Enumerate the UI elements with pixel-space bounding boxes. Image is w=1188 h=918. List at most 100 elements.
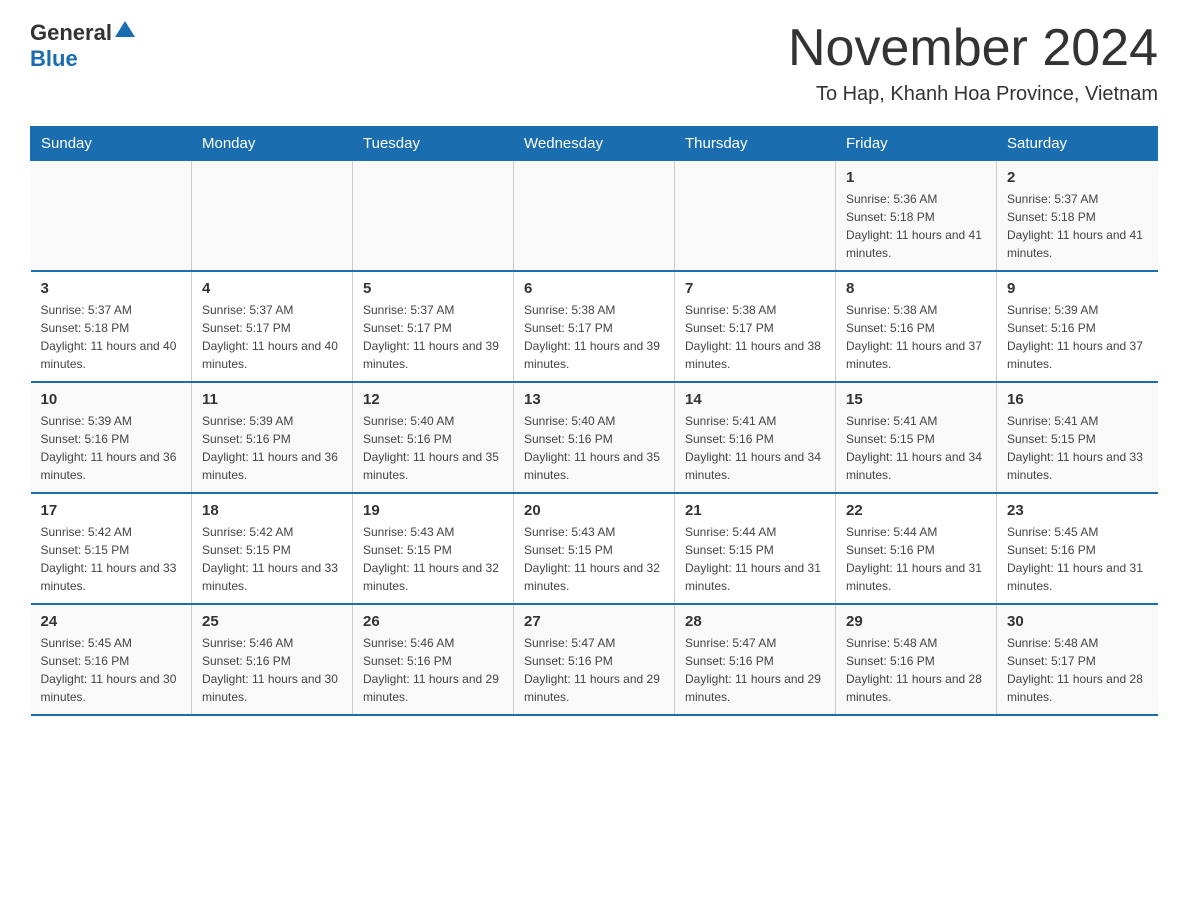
day-info: Sunrise: 5:47 AM Sunset: 5:16 PM Dayligh… (524, 634, 664, 706)
day-info: Sunrise: 5:39 AM Sunset: 5:16 PM Dayligh… (1007, 301, 1148, 373)
logo: General Blue (30, 20, 135, 72)
calendar-cell (31, 161, 192, 272)
day-number: 4 (202, 280, 342, 297)
day-info: Sunrise: 5:37 AM Sunset: 5:17 PM Dayligh… (202, 301, 342, 373)
day-number: 18 (202, 502, 342, 519)
day-number: 30 (1007, 613, 1148, 630)
calendar-cell: 12 Sunrise: 5:40 AM Sunset: 5:16 PM Dayli… (353, 382, 514, 493)
calendar-cell: 2 Sunrise: 5:37 AM Sunset: 5:18 PM Daylig… (997, 161, 1158, 272)
day-info: Sunrise: 5:43 AM Sunset: 5:15 PM Dayligh… (524, 523, 664, 595)
calendar-cell: 6 Sunrise: 5:38 AM Sunset: 5:17 PM Daylig… (514, 271, 675, 382)
day-info: Sunrise: 5:39 AM Sunset: 5:16 PM Dayligh… (202, 412, 342, 484)
week-row-1: 1 Sunrise: 5:36 AM Sunset: 5:18 PM Daylig… (31, 161, 1158, 272)
header-thursday: Thursday (675, 127, 836, 161)
header-saturday: Saturday (997, 127, 1158, 161)
week-row-5: 24 Sunrise: 5:45 AM Sunset: 5:16 PM Dayli… (31, 604, 1158, 715)
calendar-cell (192, 161, 353, 272)
header-sunday: Sunday (31, 127, 192, 161)
day-number: 8 (846, 280, 986, 297)
day-info: Sunrise: 5:37 AM Sunset: 5:18 PM Dayligh… (41, 301, 182, 373)
calendar-cell: 10 Sunrise: 5:39 AM Sunset: 5:16 PM Dayli… (31, 382, 192, 493)
day-info: Sunrise: 5:42 AM Sunset: 5:15 PM Dayligh… (202, 523, 342, 595)
day-number: 11 (202, 391, 342, 408)
logo-general-text: General (30, 20, 112, 46)
day-number: 12 (363, 391, 503, 408)
day-info: Sunrise: 5:37 AM Sunset: 5:17 PM Dayligh… (363, 301, 503, 373)
calendar-cell: 18 Sunrise: 5:42 AM Sunset: 5:15 PM Dayli… (192, 493, 353, 604)
day-number: 16 (1007, 391, 1148, 408)
day-number: 19 (363, 502, 503, 519)
calendar-cell: 27 Sunrise: 5:47 AM Sunset: 5:16 PM Dayli… (514, 604, 675, 715)
day-number: 10 (41, 391, 182, 408)
calendar-cell: 3 Sunrise: 5:37 AM Sunset: 5:18 PM Daylig… (31, 271, 192, 382)
day-info: Sunrise: 5:38 AM Sunset: 5:16 PM Dayligh… (846, 301, 986, 373)
calendar-cell: 15 Sunrise: 5:41 AM Sunset: 5:15 PM Dayli… (836, 382, 997, 493)
calendar-cell: 5Sunrise: 5:37 AM Sunset: 5:17 PM Daylig… (353, 271, 514, 382)
day-info: Sunrise: 5:36 AM Sunset: 5:18 PM Dayligh… (846, 190, 986, 262)
day-info: Sunrise: 5:48 AM Sunset: 5:17 PM Dayligh… (1007, 634, 1148, 706)
day-info: Sunrise: 5:38 AM Sunset: 5:17 PM Dayligh… (685, 301, 825, 373)
day-number: 13 (524, 391, 664, 408)
calendar-cell: 19 Sunrise: 5:43 AM Sunset: 5:15 PM Dayli… (353, 493, 514, 604)
day-number: 20 (524, 502, 664, 519)
header-monday: Monday (192, 127, 353, 161)
day-number: 17 (41, 502, 182, 519)
calendar-cell: 23Sunrise: 5:45 AM Sunset: 5:16 PM Dayli… (997, 493, 1158, 604)
calendar-cell: 9 Sunrise: 5:39 AM Sunset: 5:16 PM Daylig… (997, 271, 1158, 382)
calendar-cell: 11 Sunrise: 5:39 AM Sunset: 5:16 PM Dayli… (192, 382, 353, 493)
day-info: Sunrise: 5:41 AM Sunset: 5:16 PM Dayligh… (685, 412, 825, 484)
day-info: Sunrise: 5:48 AM Sunset: 5:16 PM Dayligh… (846, 634, 986, 706)
day-info: Sunrise: 5:38 AM Sunset: 5:17 PM Dayligh… (524, 301, 664, 373)
calendar-cell (675, 161, 836, 272)
day-info: Sunrise: 5:37 AM Sunset: 5:18 PM Dayligh… (1007, 190, 1148, 262)
calendar-cell: 21Sunrise: 5:44 AM Sunset: 5:15 PM Dayli… (675, 493, 836, 604)
page-header: General Blue November 2024 To Hap, Khanh… (30, 20, 1158, 106)
day-info: Sunrise: 5:41 AM Sunset: 5:15 PM Dayligh… (846, 412, 986, 484)
calendar-cell: 8 Sunrise: 5:38 AM Sunset: 5:16 PM Daylig… (836, 271, 997, 382)
calendar-cell: 16 Sunrise: 5:41 AM Sunset: 5:15 PM Dayli… (997, 382, 1158, 493)
logo-blue-text: Blue (30, 46, 78, 71)
day-number: 9 (1007, 280, 1148, 297)
day-info: Sunrise: 5:39 AM Sunset: 5:16 PM Dayligh… (41, 412, 182, 484)
day-info: Sunrise: 5:44 AM Sunset: 5:16 PM Dayligh… (846, 523, 986, 595)
calendar-cell: 30 Sunrise: 5:48 AM Sunset: 5:17 PM Dayli… (997, 604, 1158, 715)
day-number: 3 (41, 280, 182, 297)
day-number: 24 (41, 613, 182, 630)
day-info: Sunrise: 5:41 AM Sunset: 5:15 PM Dayligh… (1007, 412, 1148, 484)
header-friday: Friday (836, 127, 997, 161)
day-info: Sunrise: 5:40 AM Sunset: 5:16 PM Dayligh… (363, 412, 503, 484)
day-info: Sunrise: 5:42 AM Sunset: 5:15 PM Dayligh… (41, 523, 182, 595)
calendar-cell: 7 Sunrise: 5:38 AM Sunset: 5:17 PM Daylig… (675, 271, 836, 382)
day-number: 27 (524, 613, 664, 630)
calendar-header-row: SundayMondayTuesdayWednesdayThursdayFrid… (31, 127, 1158, 161)
calendar-cell: 26 Sunrise: 5:46 AM Sunset: 5:16 PM Dayli… (353, 604, 514, 715)
calendar-cell: 28Sunrise: 5:47 AM Sunset: 5:16 PM Dayli… (675, 604, 836, 715)
logo-triangle-icon (115, 21, 135, 37)
calendar-cell (514, 161, 675, 272)
day-info: Sunrise: 5:46 AM Sunset: 5:16 PM Dayligh… (363, 634, 503, 706)
day-info: Sunrise: 5:45 AM Sunset: 5:16 PM Dayligh… (41, 634, 182, 706)
calendar-cell: 4 Sunrise: 5:37 AM Sunset: 5:17 PM Daylig… (192, 271, 353, 382)
calendar-cell: 1 Sunrise: 5:36 AM Sunset: 5:18 PM Daylig… (836, 161, 997, 272)
day-number: 7 (685, 280, 825, 297)
week-row-2: 3 Sunrise: 5:37 AM Sunset: 5:18 PM Daylig… (31, 271, 1158, 382)
day-number: 6 (524, 280, 664, 297)
calendar-cell: 22 Sunrise: 5:44 AM Sunset: 5:16 PM Dayli… (836, 493, 997, 604)
day-number: 15 (846, 391, 986, 408)
day-number: 14 (685, 391, 825, 408)
day-info: Sunrise: 5:40 AM Sunset: 5:16 PM Dayligh… (524, 412, 664, 484)
day-number: 2 (1007, 169, 1148, 186)
day-info: Sunrise: 5:46 AM Sunset: 5:16 PM Dayligh… (202, 634, 342, 706)
week-row-3: 10 Sunrise: 5:39 AM Sunset: 5:16 PM Dayli… (31, 382, 1158, 493)
week-row-4: 17 Sunrise: 5:42 AM Sunset: 5:15 PM Dayli… (31, 493, 1158, 604)
day-number: 22 (846, 502, 986, 519)
day-number: 26 (363, 613, 503, 630)
calendar-cell: 13 Sunrise: 5:40 AM Sunset: 5:16 PM Dayli… (514, 382, 675, 493)
day-info: Sunrise: 5:43 AM Sunset: 5:15 PM Dayligh… (363, 523, 503, 595)
location-title: To Hap, Khanh Hoa Province, Vietnam (788, 83, 1158, 106)
day-number: 21 (685, 502, 825, 519)
month-title: November 2024 (788, 20, 1158, 77)
day-number: 1 (846, 169, 986, 186)
calendar-cell: 25Sunrise: 5:46 AM Sunset: 5:16 PM Dayli… (192, 604, 353, 715)
calendar-cell: 24 Sunrise: 5:45 AM Sunset: 5:16 PM Dayli… (31, 604, 192, 715)
